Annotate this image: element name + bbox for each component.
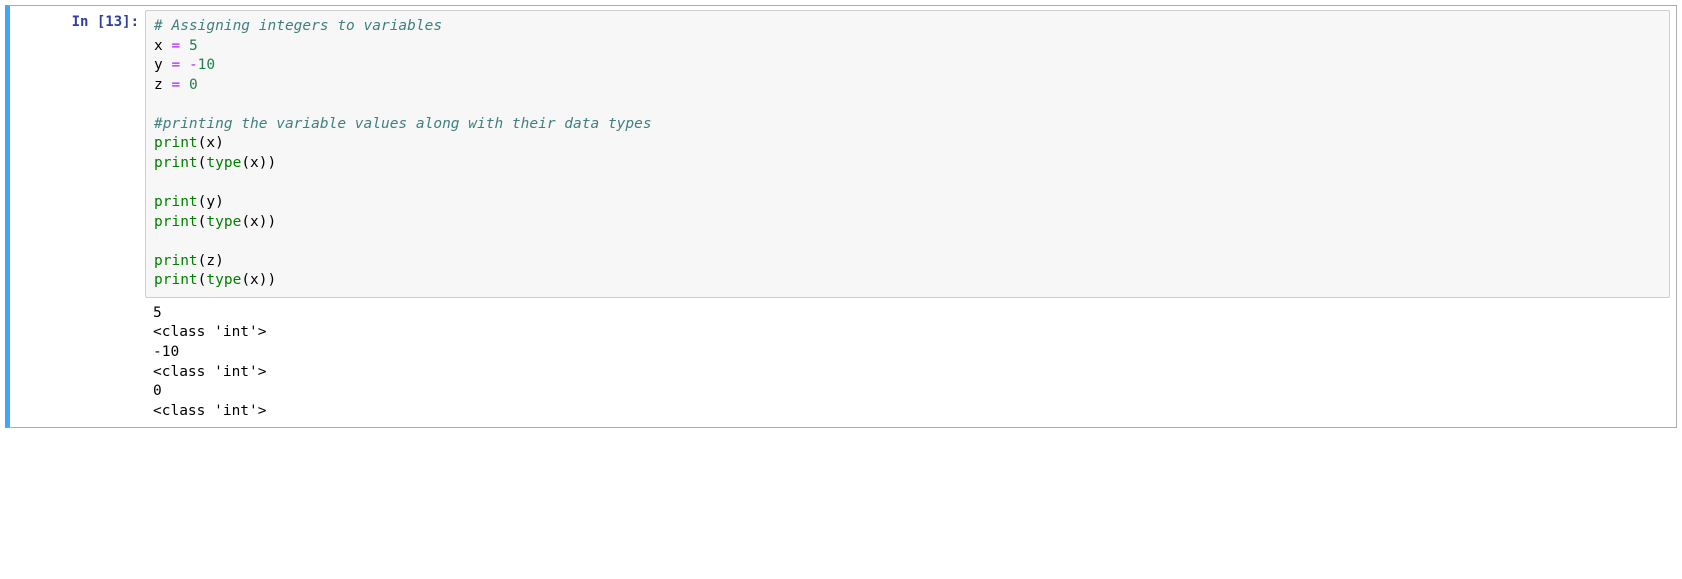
code-token: (x)) — [241, 155, 276, 171]
code-token: 10 — [198, 57, 215, 73]
code-token: = — [163, 57, 189, 73]
code-token: (x)) — [241, 214, 276, 230]
code-token: z — [154, 77, 163, 93]
code-token: - — [189, 57, 198, 73]
code-token: print — [154, 214, 198, 230]
code-token: print — [154, 272, 198, 288]
code-token: print — [154, 135, 198, 151]
code-token: x — [154, 38, 163, 54]
code-token: = — [163, 77, 189, 93]
code-token: (x) — [198, 135, 224, 151]
code-token: (x)) — [241, 272, 276, 288]
notebook-code-cell: In [13]: # Assigning integers to variabl… — [5, 5, 1677, 428]
in-prompt-label: In [13]: — [72, 14, 139, 30]
code-input-area[interactable]: # Assigning integers to variables x = 5 … — [145, 10, 1670, 298]
code-token: 0 — [189, 77, 198, 93]
code-token: = — [163, 38, 189, 54]
code-comment: #printing the variable values along with… — [154, 116, 652, 132]
cell-body: # Assigning integers to variables x = 5 … — [145, 6, 1676, 427]
code-comment: # Assigning integers to variables — [154, 18, 442, 34]
code-token: (z) — [198, 253, 224, 269]
code-token: type — [206, 214, 241, 230]
code-token: print — [154, 253, 198, 269]
code-token: print — [154, 155, 198, 171]
code-token: type — [206, 272, 241, 288]
output-area: 5 <class 'int'> -10 <class 'int'> 0 <cla… — [145, 298, 1670, 421]
code-token: (y) — [198, 194, 224, 210]
execution-count: 13 — [105, 14, 122, 30]
code-token: y — [154, 57, 163, 73]
code-token: type — [206, 155, 241, 171]
input-prompt: In [13]: — [10, 6, 145, 427]
prompt-suffix: ]: — [122, 14, 139, 30]
code-token: print — [154, 194, 198, 210]
prompt-prefix: In [ — [72, 14, 106, 30]
code-token: 5 — [189, 38, 198, 54]
